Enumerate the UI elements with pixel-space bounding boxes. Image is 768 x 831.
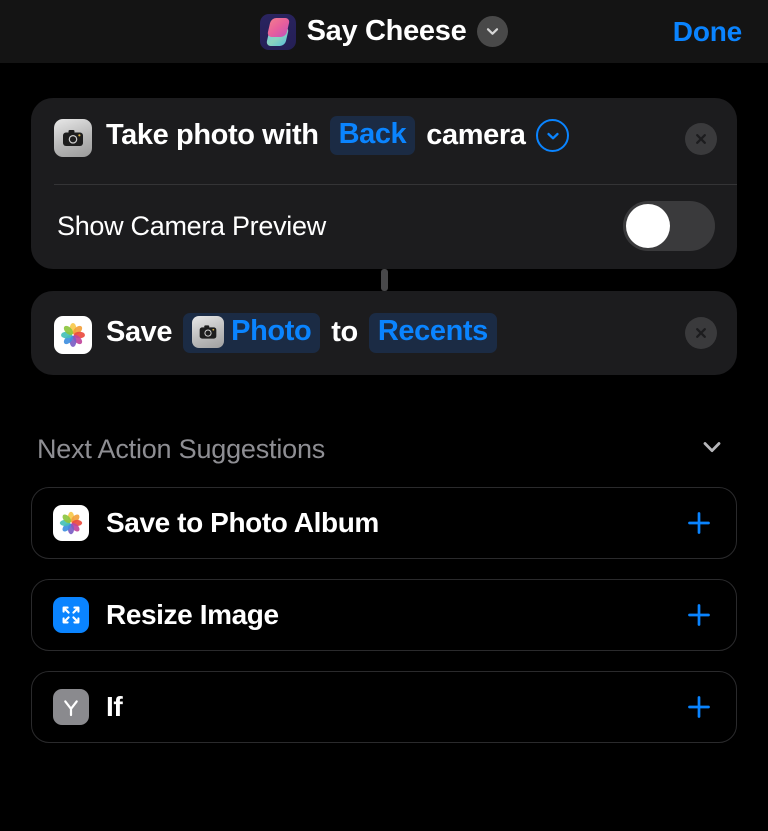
done-button[interactable]: Done [673,16,742,48]
chevron-down-icon[interactable] [697,432,727,467]
destination-chip[interactable]: Recents [368,313,497,353]
if-condition-icon [53,689,89,725]
close-icon[interactable] [685,317,717,349]
action-take-photo-row[interactable]: Take photo with Back camera [31,98,737,184]
action-save-row[interactable]: Save Photo to Recents [31,291,737,375]
plus-icon[interactable] [684,692,714,722]
action-card-save-photo[interactable]: Save Photo to Recents [31,291,737,375]
camera-icon [192,316,225,348]
action-phrase: Take photo with [106,119,319,151]
photo-chip-label: Photo [231,315,312,348]
show-camera-preview-toggle[interactable] [623,201,715,251]
resize-image-icon [53,597,89,633]
camera-icon [54,119,92,157]
photos-app-icon [54,315,92,354]
suggestion-label: If [106,691,123,722]
suggestion-row-resize-image[interactable]: Resize Image [31,579,737,651]
suggestion-label: Resize Image [106,599,279,630]
action-take-photo-text: Take photo with Back camera [106,116,685,156]
page-title: Say Cheese [306,15,467,47]
chevron-down-icon[interactable] [477,16,509,47]
plus-icon[interactable] [684,600,714,630]
action-save-text: Save Photo to Recents [106,313,685,353]
save-verb: Save [106,316,173,349]
photo-input-chip[interactable]: Photo [183,313,321,353]
camera-parameter-chip[interactable]: Back [329,116,416,156]
close-icon[interactable] [685,123,717,155]
shortcuts-app-icon [259,13,296,50]
save-preposition: to [331,316,358,349]
show-camera-preview-row[interactable]: Show Camera Preview [31,185,737,269]
plus-icon[interactable] [684,508,714,538]
action-card-take-photo[interactable]: Take photo with Back camera Show Camera … [31,98,737,269]
header-title-group[interactable]: Say Cheese [259,13,509,50]
action-phrase-trailing: camera [426,119,526,151]
suggestion-row-if[interactable]: If [31,671,737,743]
app-header: Say Cheese Done [0,0,768,64]
action-connector [380,269,388,291]
show-camera-preview-label: Show Camera Preview [57,210,326,241]
toggle-knob [626,204,670,248]
chevron-down-circle-icon[interactable] [536,119,570,153]
suggestion-label: Save to Photo Album [106,507,379,538]
shortcut-editor-body: Take photo with Back camera Show Camera … [0,98,768,743]
next-action-suggestions-header[interactable]: Next Action Suggestions [31,432,737,467]
suggestion-row-save-to-photo-album[interactable]: Save to Photo Album [31,487,737,559]
photos-app-icon [53,505,89,541]
suggestions-title: Next Action Suggestions [37,434,326,464]
